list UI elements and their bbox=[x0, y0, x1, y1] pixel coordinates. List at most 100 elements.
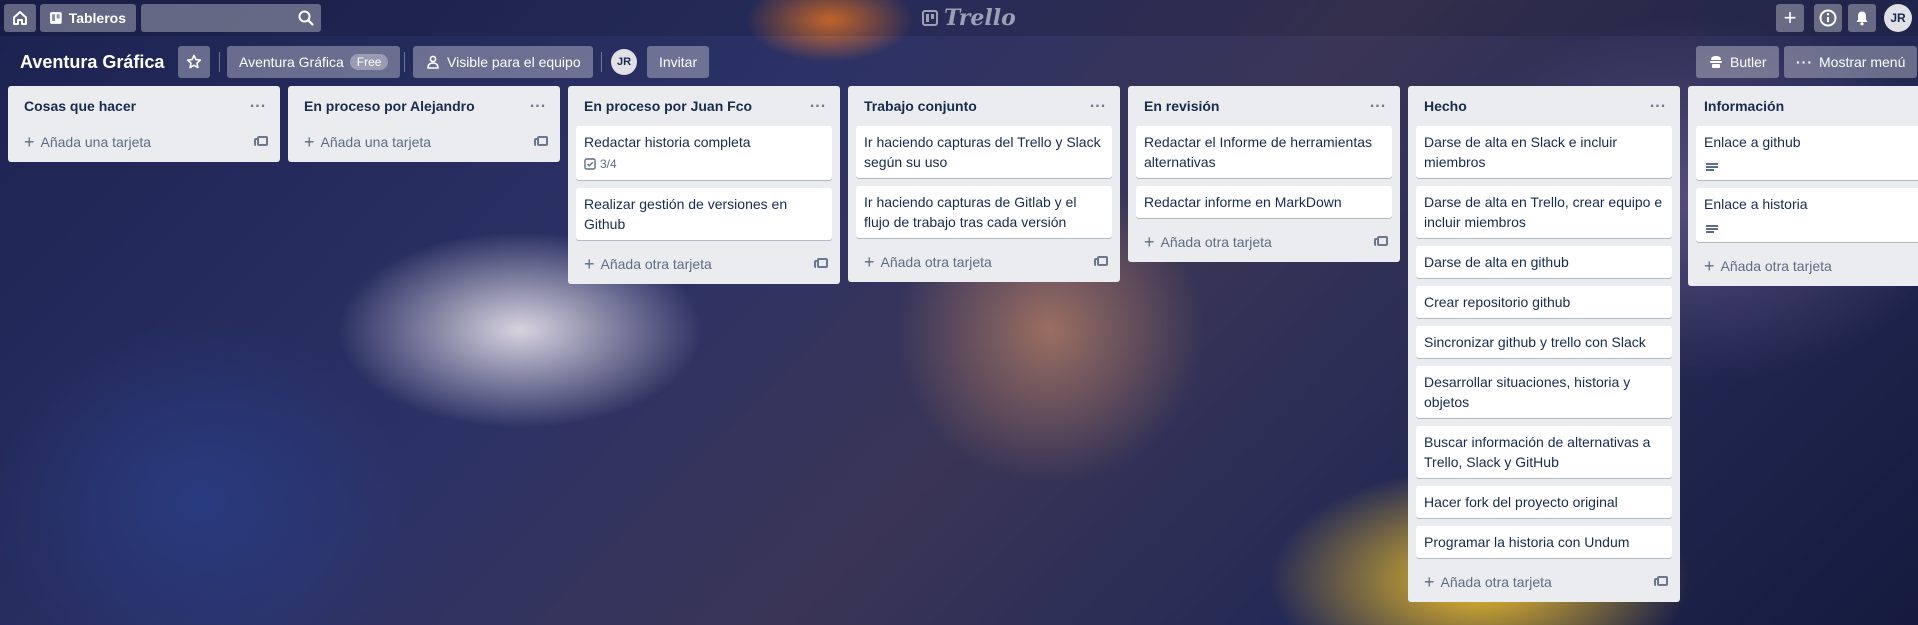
list-menu-icon[interactable]: ... bbox=[526, 95, 550, 114]
butler-button[interactable]: Butler bbox=[1696, 46, 1779, 78]
add-card-button[interactable]: + Añada una tarjeta bbox=[304, 133, 431, 151]
info-button[interactable] bbox=[1814, 4, 1842, 32]
notifications-button[interactable] bbox=[1848, 4, 1876, 32]
team-visibility-icon bbox=[427, 55, 439, 69]
list-header: En revisión... bbox=[1136, 86, 1392, 126]
plus-icon: + bbox=[304, 132, 315, 152]
card-title: Programar la historia con Undum bbox=[1424, 534, 1630, 550]
card-template-icon[interactable] bbox=[1094, 256, 1108, 268]
trello-logo[interactable]: Trello bbox=[922, 5, 1016, 31]
list-title[interactable]: Cosas que hacer bbox=[24, 98, 136, 114]
card[interactable]: Enlace a historia bbox=[1696, 188, 1918, 242]
card[interactable]: Redactar informe en MarkDown bbox=[1136, 186, 1392, 218]
card[interactable]: Darse de alta en Trello, crear equipo e … bbox=[1416, 186, 1672, 238]
add-card-label: Añada una tarjeta bbox=[40, 134, 152, 150]
add-card-row: + Añada otra tarjeta bbox=[1416, 566, 1672, 598]
list[interactable]: Información... Enlace a github Enlace a hi… bbox=[1688, 86, 1918, 286]
plan-badge: Free bbox=[349, 54, 389, 70]
boards-button[interactable]: Tableros bbox=[40, 4, 136, 32]
card[interactable]: Darse de alta en Slack e incluir miembro… bbox=[1416, 126, 1672, 178]
add-card-button[interactable]: + Añada otra tarjeta bbox=[584, 255, 712, 273]
show-menu-label: Mostrar menú bbox=[1819, 54, 1906, 70]
plus-icon: + bbox=[24, 132, 35, 152]
star-icon bbox=[186, 54, 202, 69]
card-template-icon[interactable] bbox=[1654, 576, 1668, 588]
list[interactable]: En revisión... Redactar el Informe de her… bbox=[1128, 86, 1400, 262]
add-card-button[interactable]: + Añada una tarjeta bbox=[24, 133, 151, 151]
list-header: Trabajo conjunto... bbox=[856, 86, 1112, 126]
team-button[interactable]: Aventura Gráfica Free bbox=[227, 46, 401, 78]
card[interactable]: Crear repositorio github bbox=[1416, 286, 1672, 318]
add-card-row: + Añada otra tarjeta bbox=[1136, 226, 1392, 258]
add-card-row: + Añada otra tarjeta bbox=[576, 248, 832, 280]
card-title: Ir haciendo capturas del Trello y Slack … bbox=[864, 134, 1101, 170]
list[interactable]: En proceso por Alejandro... + Añada una ta… bbox=[288, 86, 560, 162]
card-title: Redactar historia completa bbox=[584, 134, 751, 150]
card-template-icon[interactable] bbox=[1374, 236, 1388, 248]
trello-logo-text: Trello bbox=[944, 5, 1016, 31]
plus-icon: + bbox=[1704, 256, 1715, 276]
list-header: Cosas que hacer... bbox=[16, 86, 272, 126]
card[interactable]: Redactar el Informe de herramientas alte… bbox=[1136, 126, 1392, 178]
add-card-label: Añada otra tarjeta bbox=[1720, 258, 1832, 274]
create-button[interactable]: + bbox=[1776, 4, 1804, 32]
card[interactable]: Buscar información de alternativas a Tre… bbox=[1416, 426, 1672, 478]
checklist-count: 3/4 bbox=[600, 157, 617, 171]
show-menu-button[interactable]: ··· Mostrar menú bbox=[1784, 46, 1918, 78]
list-header: En proceso por Juan Fco... bbox=[576, 86, 832, 126]
plus-icon: + bbox=[864, 252, 875, 272]
top-bar: Tableros Trello + JR bbox=[0, 0, 1918, 36]
card[interactable]: Sincronizar github y trello con Slack bbox=[1416, 326, 1672, 358]
star-board-button[interactable] bbox=[178, 46, 210, 78]
card[interactable]: Darse de alta en github bbox=[1416, 246, 1672, 278]
list-menu-icon[interactable]: ... bbox=[246, 95, 270, 114]
card[interactable]: Redactar historia completa 3/4 bbox=[576, 126, 832, 180]
list-menu-icon[interactable]: ... bbox=[1086, 95, 1110, 114]
list-title[interactable]: En proceso por Alejandro bbox=[304, 98, 475, 114]
list[interactable]: Trabajo conjunto... Ir haciendo capturas … bbox=[848, 86, 1120, 282]
list-title[interactable]: Hecho bbox=[1424, 98, 1467, 114]
list[interactable]: Cosas que hacer... + Añada una tarjeta bbox=[8, 86, 280, 162]
member-avatar[interactable]: JR bbox=[611, 49, 637, 75]
invite-button[interactable]: Invitar bbox=[647, 46, 710, 78]
description-badge bbox=[1704, 216, 1918, 236]
list[interactable]: En proceso por Juan Fco... Redactar histo… bbox=[568, 86, 840, 284]
board-title[interactable]: Aventura Gráfica bbox=[20, 50, 164, 74]
list-menu-icon[interactable]: ... bbox=[806, 95, 830, 114]
list-menu-icon[interactable]: ... bbox=[1366, 95, 1390, 114]
card[interactable]: Enlace a github bbox=[1696, 126, 1918, 180]
card-template-icon[interactable] bbox=[814, 258, 828, 270]
search-input[interactable] bbox=[141, 4, 291, 34]
plus-icon: + bbox=[584, 254, 595, 274]
list-title[interactable]: Información bbox=[1704, 98, 1784, 114]
description-icon bbox=[1706, 162, 1718, 172]
boards-icon bbox=[50, 12, 62, 24]
add-card-button[interactable]: + Añada otra tarjeta bbox=[1424, 573, 1552, 591]
list-title[interactable]: En proceso por Juan Fco bbox=[584, 98, 752, 114]
card-template-icon[interactable] bbox=[254, 136, 268, 148]
add-card-label: Añada otra tarjeta bbox=[600, 256, 712, 272]
card[interactable]: Realizar gestión de versiones en Github bbox=[576, 188, 832, 240]
add-card-button[interactable]: + Añada otra tarjeta bbox=[864, 253, 992, 271]
card[interactable]: Ir haciendo capturas del Trello y Slack … bbox=[856, 126, 1112, 178]
list-header: En proceso por Alejandro... bbox=[296, 86, 552, 126]
card-title: Enlace a historia bbox=[1704, 196, 1808, 212]
list-title[interactable]: Trabajo conjunto bbox=[864, 98, 977, 114]
add-card-button[interactable]: + Añada otra tarjeta bbox=[1704, 257, 1832, 275]
add-card-button[interactable]: + Añada otra tarjeta bbox=[1144, 233, 1272, 251]
list-menu-icon[interactable]: ... bbox=[1646, 95, 1670, 114]
card[interactable]: Ir haciendo capturas de Gitlab y el fluj… bbox=[856, 186, 1112, 238]
list[interactable]: Hecho... Darse de alta en Slack e incluir… bbox=[1408, 86, 1680, 602]
list-title[interactable]: En revisión bbox=[1144, 98, 1219, 114]
card-title: Enlace a github bbox=[1704, 134, 1801, 150]
visibility-button[interactable]: Visible para el equipo bbox=[413, 46, 593, 78]
card[interactable]: Desarrollar situaciones, historia y obje… bbox=[1416, 366, 1672, 418]
search-box[interactable] bbox=[141, 4, 321, 34]
add-card-row: + Añada otra tarjeta bbox=[1696, 250, 1918, 282]
card-title: Darse de alta en github bbox=[1424, 254, 1569, 270]
card[interactable]: Hacer fork del proyecto original bbox=[1416, 486, 1672, 518]
user-avatar[interactable]: JR bbox=[1884, 4, 1912, 32]
home-button[interactable] bbox=[4, 4, 36, 32]
card-template-icon[interactable] bbox=[534, 136, 548, 148]
card[interactable]: Programar la historia con Undum bbox=[1416, 526, 1672, 558]
